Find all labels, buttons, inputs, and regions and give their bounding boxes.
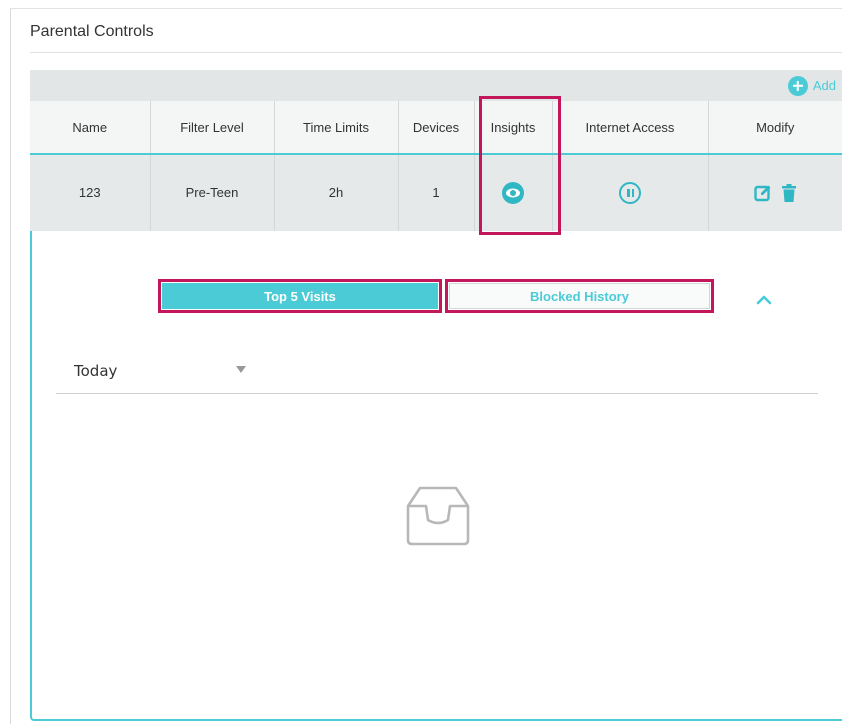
cell-insights <box>474 154 553 232</box>
column-header-name[interactable]: Name <box>30 101 151 155</box>
add-button[interactable]: Add <box>787 70 836 101</box>
column-header-internet-access[interactable]: Internet Access <box>552 101 709 155</box>
page-title: Parental Controls <box>30 23 154 40</box>
pause-circle-icon[interactable] <box>619 181 641 204</box>
column-header-modify[interactable]: Modify <box>708 101 842 155</box>
plus-circle-icon <box>787 75 808 96</box>
period-divider <box>56 393 818 394</box>
cell-filter-level: Pre-Teen <box>150 154 275 232</box>
tab-top-5-visits[interactable]: Top 5 Visits <box>158 279 442 313</box>
page-border-top <box>10 8 842 9</box>
trash-icon[interactable] <box>782 183 797 202</box>
cell-name: 123 <box>30 154 151 232</box>
table-header-row: Name Filter Level Time Limits Devices In… <box>30 101 842 155</box>
caret-down-icon <box>236 366 246 373</box>
page: Parental Controls Add Name Filter Level … <box>0 0 842 724</box>
add-button-label: Add <box>812 78 836 93</box>
cell-modify <box>708 154 842 232</box>
table-toolbar: Add <box>30 70 842 101</box>
column-header-devices[interactable]: Devices <box>398 101 475 155</box>
tab-blocked-history[interactable]: Blocked History <box>445 279 714 313</box>
parental-controls-table: Name Filter Level Time Limits Devices In… <box>30 101 842 232</box>
cell-devices: 1 <box>398 154 475 232</box>
cell-internet-access <box>552 154 709 232</box>
column-header-filter-level[interactable]: Filter Level <box>150 101 275 155</box>
page-border-left <box>10 8 11 724</box>
column-header-time-limits[interactable]: Time Limits <box>274 101 399 155</box>
eye-icon[interactable] <box>502 181 524 204</box>
column-header-insights[interactable]: Insights <box>474 101 553 155</box>
period-dropdown[interactable]: Today <box>56 356 266 384</box>
title-divider <box>30 52 842 53</box>
edit-icon[interactable] <box>754 184 772 202</box>
cell-time-limits: 2h <box>274 154 399 232</box>
period-selected-value: Today <box>74 362 118 380</box>
chevron-up-icon[interactable] <box>756 293 772 305</box>
empty-inbox-icon <box>406 486 470 546</box>
table-row[interactable]: 123 Pre-Teen 2h 1 <box>30 154 842 232</box>
